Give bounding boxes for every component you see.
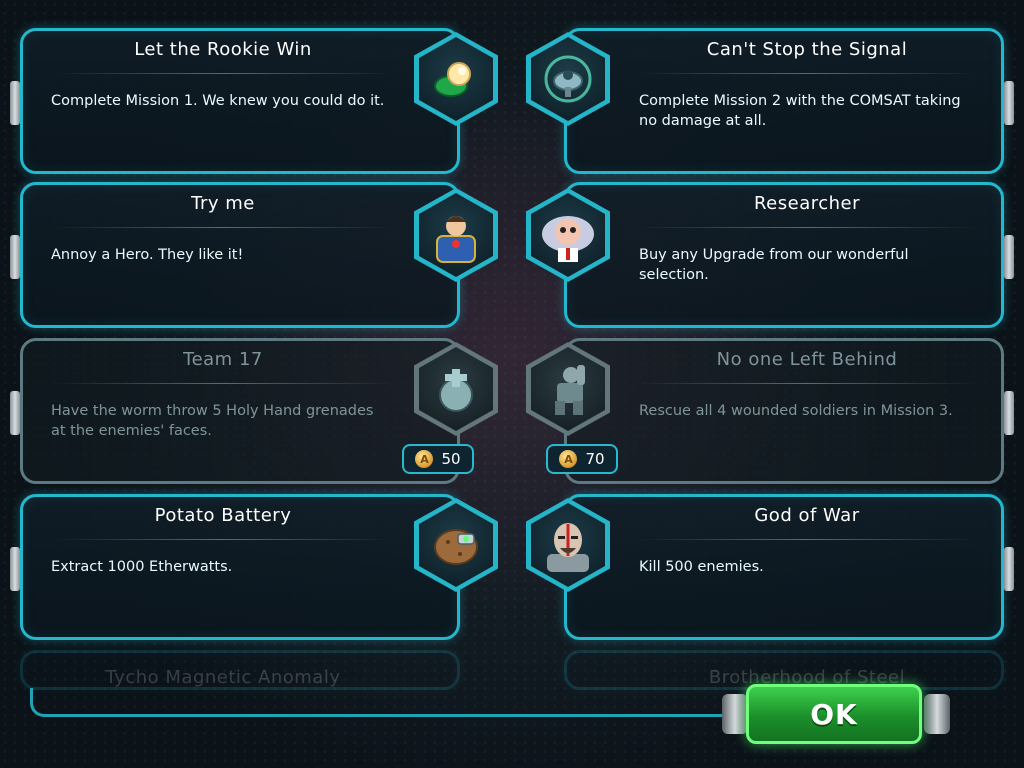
panel-clip [10,547,20,591]
achievement-card: Let the Rookie Win Complete Mission 1. W… [10,28,460,174]
achievement-title: Try me [191,193,255,214]
achievement-card: Potato Battery Extract 1000 Etherwatts. [10,494,460,640]
divider [53,383,393,384]
holy-grenade-icon [439,369,473,412]
reward-amount: 50 [441,450,461,468]
coin-icon: A [559,450,578,468]
panel-clip [10,81,20,125]
coin-icon: A [415,450,434,468]
hero-portrait-icon [436,216,476,263]
achievement-title: God of War [754,505,860,526]
divider [53,539,393,540]
achievement-description: Have the worm throw 5 Holy Hand grenades… [51,403,374,439]
divider [53,227,393,228]
divider [637,73,977,74]
ok-right-cap [924,694,950,734]
achievement-title: Tycho Magnetic Anomaly [105,667,341,688]
achievement-description: Kill 500 enemies. [639,559,764,575]
panel-clip [1004,81,1014,125]
warrior-portrait-icon [547,523,589,572]
pacifier-icon [434,62,471,97]
achievement-description: Annoy a Hero. They like it! [51,247,244,263]
achievement-title: Let the Rookie Win [134,39,312,60]
achievement-description: Buy any Upgrade from our wonderful selec… [639,247,909,283]
achievement-description: Extract 1000 Etherwatts. [51,559,233,575]
achievement-description: Complete Mission 1. We knew you could do… [51,93,385,109]
reward-amount: 70 [585,450,605,468]
achievement-card-locked: No one Left Behind Rescue all 4 wounded … [564,338,1014,484]
divider [637,227,977,228]
achievement-description: Complete Mission 2 with the COMSAT takin… [639,93,961,129]
satellite-dish-icon [544,55,592,103]
reward-badge: A 50 [402,444,474,474]
scientist-portrait-icon [542,216,594,262]
achievement-title: Researcher [753,193,861,214]
achievement-description: Rescue all 4 wounded soldiers in Mission… [639,403,953,419]
achievement-card: God of War Kill 500 enemies. [564,494,1014,640]
panel-clip [10,235,20,279]
panel-clip [1004,235,1014,279]
achievement-card: Can't Stop the Signal Complete Mission 2… [564,28,1014,174]
achievement-card: Researcher Buy any Upgrade from our wond… [564,182,1014,328]
soldier-icon [555,365,585,415]
ok-left-cap [722,694,748,734]
panel-clip [1004,391,1014,435]
achievement-card-faded: Tycho Magnetic Anomaly [20,650,460,690]
reward-badge: A 70 [546,444,618,474]
ok-button-group: OK [718,684,958,746]
ok-button[interactable]: OK [746,684,922,744]
panel-clip [1004,547,1014,591]
achievement-card: Try me Annoy a Hero. They like it! [10,182,460,328]
achievement-title: Potato Battery [154,505,292,526]
bottom-frame [30,688,723,717]
achievement-title: No one Left Behind [716,349,898,370]
divider [637,539,977,540]
panel-clip [10,391,20,435]
achievement-title: Can't Stop the Signal [706,39,908,60]
divider [53,73,393,74]
achievement-title: Team 17 [183,349,263,370]
achievement-card-locked: Team 17 Have the worm throw 5 Holy Hand … [10,338,460,484]
divider [637,383,977,384]
potato-battery-icon [434,529,478,565]
